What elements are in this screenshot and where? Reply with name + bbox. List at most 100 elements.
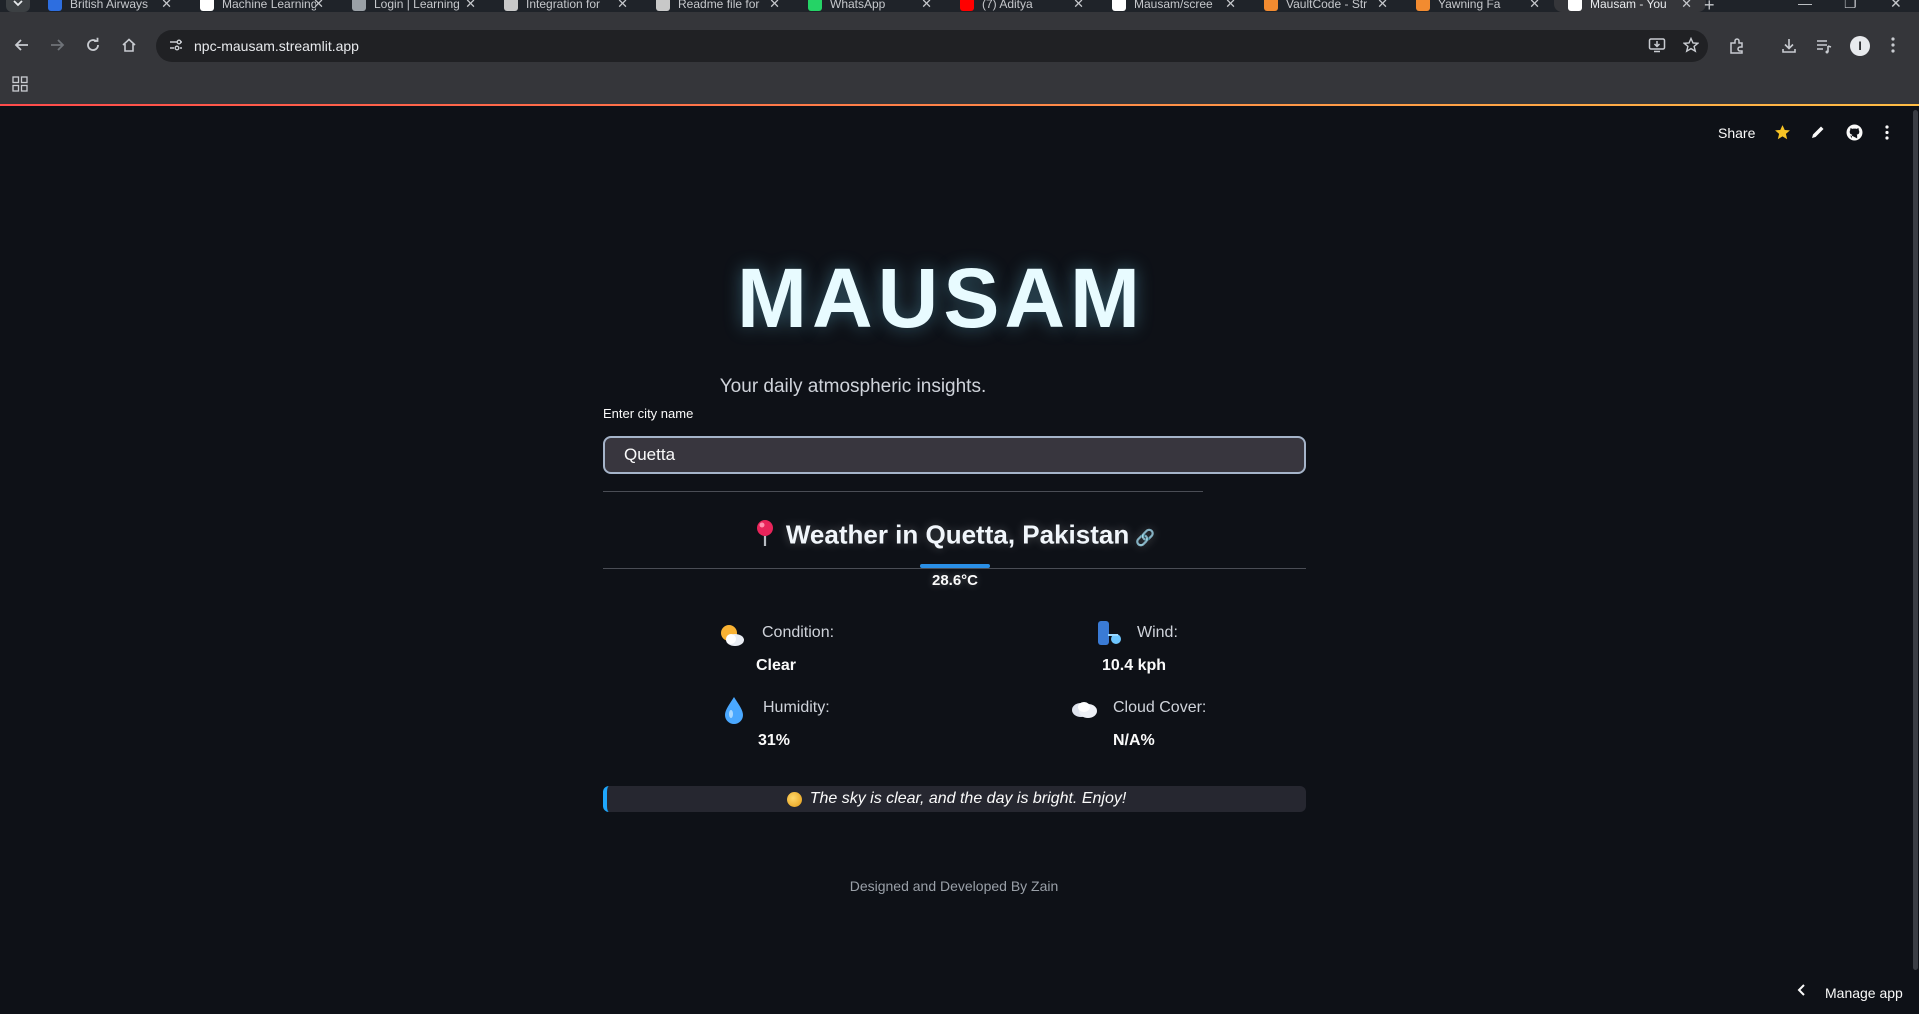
humidity-value: 31% <box>758 732 791 749</box>
close-tab-icon[interactable]: ✕ <box>313 0 324 12</box>
new-tab-button[interactable]: + <box>1704 0 1715 12</box>
install-app-icon[interactable] <box>1648 37 1666 57</box>
wind-value: 10.4 kph <box>1102 657 1167 674</box>
city-input[interactable] <box>603 436 1306 474</box>
close-tab-icon[interactable]: ✕ <box>1377 0 1388 12</box>
close-tab-icon[interactable]: ✕ <box>1073 0 1084 12</box>
tab-title: Readme file for <box>678 0 760 11</box>
tab-favicon-icon <box>960 0 974 11</box>
minimize-button[interactable]: — <box>1798 0 1812 11</box>
temperature-value: 28.6°C <box>931 572 979 589</box>
chevron-left-icon[interactable] <box>1796 983 1806 1002</box>
close-tab-icon[interactable]: ✕ <box>769 0 780 12</box>
tab-favicon-icon <box>352 0 366 11</box>
tab-favicon-icon <box>48 0 62 11</box>
home-icon <box>122 38 136 52</box>
close-tab-icon[interactable]: ✕ <box>465 0 476 12</box>
condition-label: Condition: <box>762 624 835 641</box>
arrow-left-icon <box>14 39 28 51</box>
smiling-sun-icon <box>786 791 802 807</box>
browser-tab-strip: British Airways ✕ Machine Learning ✕ Login |… <box>0 0 1919 12</box>
tab-favicon-icon <box>1112 0 1126 11</box>
streamlit-decoration-bar <box>0 104 1919 106</box>
share-button[interactable]: Share <box>1718 125 1755 141</box>
browser-tab[interactable]: Readme file for ✕ <box>642 0 794 12</box>
browser-tab[interactable]: WhatsApp ✕ <box>794 0 946 12</box>
media-controls-icon[interactable] <box>1815 37 1833 60</box>
bookmark-star-icon[interactable] <box>1682 36 1700 57</box>
weather-message-text: The sky is clear, and the day is bright.… <box>809 790 1127 807</box>
bookmarks-bar <box>0 68 1919 104</box>
browser-tab[interactable]: Machine Learning ✕ <box>186 0 338 12</box>
browser-tab[interactable]: VaultCode - Str ✕ <box>1250 0 1402 12</box>
browser-tab[interactable]: Mausam - You ✕ <box>1554 0 1706 12</box>
tab-title: (7) Aditya <box>982 0 1033 11</box>
extensions-icon[interactable] <box>1728 37 1746 60</box>
location-pin-icon <box>754 519 776 554</box>
tab-title: Yawning Fa <box>1438 0 1501 11</box>
close-tab-icon[interactable]: ✕ <box>1681 0 1692 12</box>
divider <box>603 568 1306 569</box>
github-icon[interactable] <box>1846 124 1863 146</box>
tab-title: Mausam/scree <box>1134 0 1213 11</box>
arrow-right-icon <box>51 39 65 51</box>
reload-button[interactable] <box>85 37 101 58</box>
tab-favicon-icon <box>656 0 670 11</box>
star-icon[interactable] <box>1774 124 1791 146</box>
close-tab-icon[interactable]: ✕ <box>1225 0 1236 12</box>
divider <box>603 491 1203 492</box>
tab-favicon-icon <box>200 0 214 11</box>
browser-tab[interactable]: Integration for ✕ <box>490 0 642 12</box>
tab-favicon-icon <box>1416 0 1430 11</box>
tab-favicon-icon <box>504 0 518 11</box>
page-scrollbar[interactable] <box>1913 110 1918 970</box>
browser-tab[interactable]: British Airways ✕ <box>34 0 186 12</box>
app-title: MAUSAM <box>737 251 1145 345</box>
humidity-label: Humidity: <box>763 699 830 716</box>
tab-title: Mausam - You <box>1590 0 1667 11</box>
forward-button[interactable] <box>49 37 65 58</box>
weather-heading-text: Weather in Quetta, Pakistan <box>785 519 1130 550</box>
home-button[interactable] <box>121 37 137 58</box>
browser-tab[interactable]: Login | Learning ✕ <box>338 0 490 12</box>
tab-search-button[interactable] <box>6 0 30 12</box>
close-tab-icon[interactable]: ✕ <box>921 0 932 12</box>
sun-cloud-icon <box>718 622 746 653</box>
manage-app-button[interactable]: Manage app <box>1825 985 1903 1001</box>
cloud-icon <box>1069 698 1099 725</box>
tab-title: WhatsApp <box>830 0 886 11</box>
footer-credit: Designed and Developed By Zain <box>849 878 1059 894</box>
browser-menu-icon[interactable] <box>1890 36 1896 59</box>
anchor-link-icon[interactable]: 🔗 <box>1135 530 1155 547</box>
back-button[interactable] <box>14 37 30 58</box>
tab-favicon-icon <box>1568 0 1582 11</box>
reload-icon <box>87 37 99 51</box>
weather-heading: Weather in Quetta, Pakistan 🔗 <box>603 519 1306 554</box>
apps-grid-icon[interactable] <box>12 76 28 92</box>
cloud-cover-value: N/A% <box>1113 732 1155 749</box>
address-bar[interactable]: npc-mausam.streamlit.app <box>156 30 1708 62</box>
browser-tab[interactable]: Mausam/scree ✕ <box>1098 0 1250 12</box>
tab-title: Integration for <box>526 0 601 11</box>
cloud-cover-label: Cloud Cover: <box>1113 699 1207 716</box>
close-tab-icon[interactable]: ✕ <box>1529 0 1540 12</box>
more-menu-icon[interactable] <box>1884 124 1890 146</box>
edit-pencil-icon[interactable] <box>1810 124 1826 145</box>
close-tab-icon[interactable]: ✕ <box>617 0 628 12</box>
profile-avatar[interactable]: I <box>1850 36 1870 56</box>
wind-icon <box>1094 619 1124 654</box>
site-info-icon[interactable] <box>168 37 184 56</box>
close-window-button[interactable]: ✕ <box>1890 0 1902 12</box>
tab-title: British Airways <box>70 0 149 11</box>
wind-label: Wind: <box>1137 624 1178 641</box>
close-tab-icon[interactable]: ✕ <box>161 0 172 12</box>
app-subtitle: Your daily atmospheric insights. <box>719 376 987 397</box>
url-text[interactable]: npc-mausam.streamlit.app <box>194 38 359 54</box>
restore-button[interactable]: ❐ <box>1844 0 1857 12</box>
browser-tab[interactable]: Yawning Fa ✕ <box>1402 0 1554 12</box>
tab-favicon-icon <box>808 0 822 11</box>
browser-tab[interactable]: (7) Aditya ✕ <box>946 0 1098 12</box>
condition-value: Clear <box>756 657 797 674</box>
tab-title: VaultCode - Str <box>1286 0 1368 11</box>
download-icon[interactable] <box>1780 37 1798 60</box>
